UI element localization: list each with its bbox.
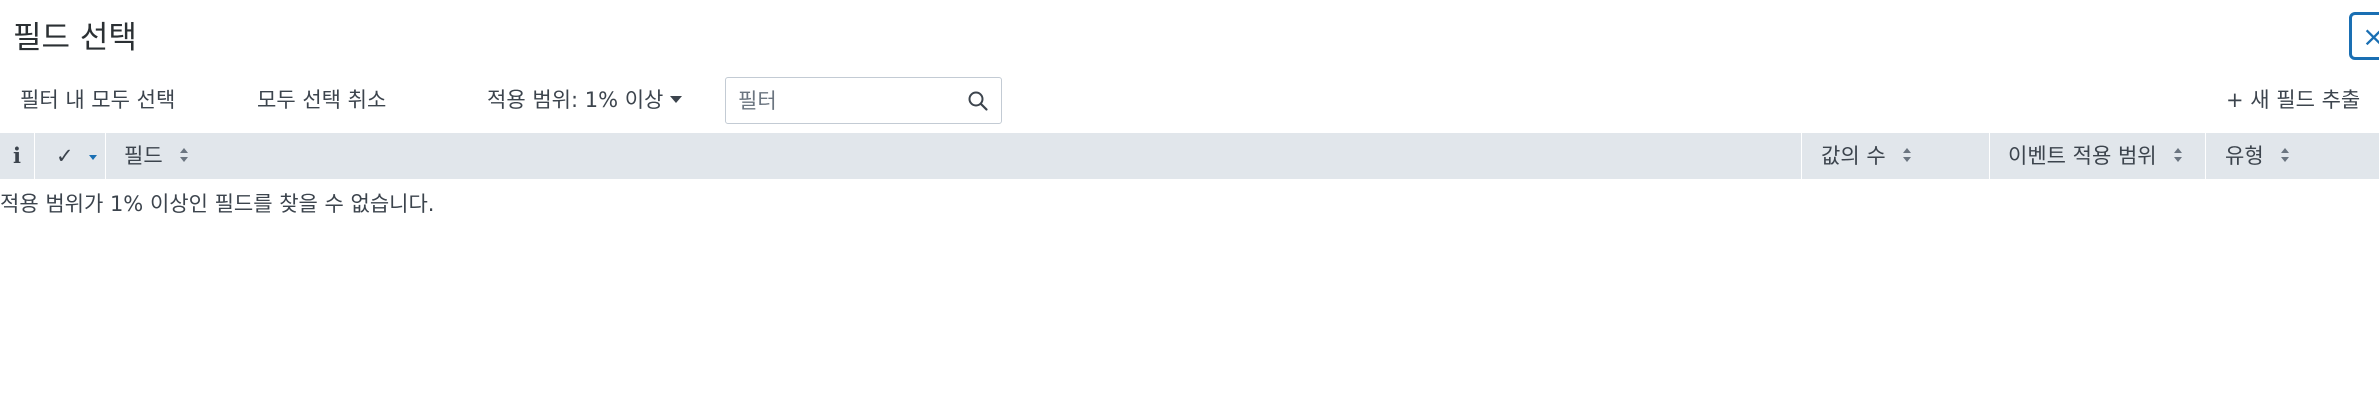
field-column-header[interactable]: 필드 <box>106 133 1802 179</box>
caret-down-icon <box>670 95 683 103</box>
dialog-title: 필드 선택 <box>13 20 137 56</box>
sort-icon <box>1903 148 1912 162</box>
select-column-header[interactable]: ✓ <box>35 133 106 179</box>
field-selection-dialog: 필드 선택 × 필터 내 모두 선택 모두 선택 취소 적용 범위: 1% 이상… <box>0 0 2379 415</box>
sort-icon <box>2174 148 2183 162</box>
filter-input[interactable] <box>738 86 958 116</box>
close-icon: × <box>2362 20 2379 53</box>
checkmark-icon: ✓ <box>56 144 74 168</box>
value-count-column-header[interactable]: 값의 수 <box>1802 133 1990 179</box>
coverage-dropdown-label: 적용 범위: 1% 이상 <box>487 88 664 112</box>
close-button[interactable]: × <box>2349 12 2379 60</box>
event-coverage-column-label: 이벤트 적용 범위 <box>2008 144 2157 168</box>
search-icon[interactable] <box>967 90 989 112</box>
field-column-label: 필드 <box>124 144 163 168</box>
sort-icon <box>2281 148 2290 162</box>
info-column-header: i <box>0 133 35 179</box>
deselect-all-button[interactable]: 모두 선택 취소 <box>257 84 386 114</box>
value-count-column-label: 값의 수 <box>1821 144 1886 168</box>
event-coverage-column-header[interactable]: 이벤트 적용 범위 <box>1990 133 2206 179</box>
type-column-header[interactable]: 유형 <box>2206 133 2379 179</box>
info-icon: i <box>13 143 21 168</box>
filter-field[interactable] <box>725 77 1002 124</box>
select-all-in-filter-button[interactable]: 필터 내 모두 선택 <box>20 84 175 114</box>
extract-new-field-button[interactable]: + 새 필드 추출 <box>2226 84 2360 114</box>
type-column-label: 유형 <box>2225 144 2264 168</box>
caret-down-icon[interactable] <box>88 152 98 162</box>
sort-icon <box>180 148 189 162</box>
coverage-dropdown[interactable]: 적용 범위: 1% 이상 <box>487 84 683 114</box>
fields-table-header: i ✓ 필드 값의 수 이벤트 적용 범위 유형 <box>0 133 2379 179</box>
empty-results-message: 적용 범위가 1% 이상인 필드를 찾을 수 없습니다. <box>0 192 435 216</box>
